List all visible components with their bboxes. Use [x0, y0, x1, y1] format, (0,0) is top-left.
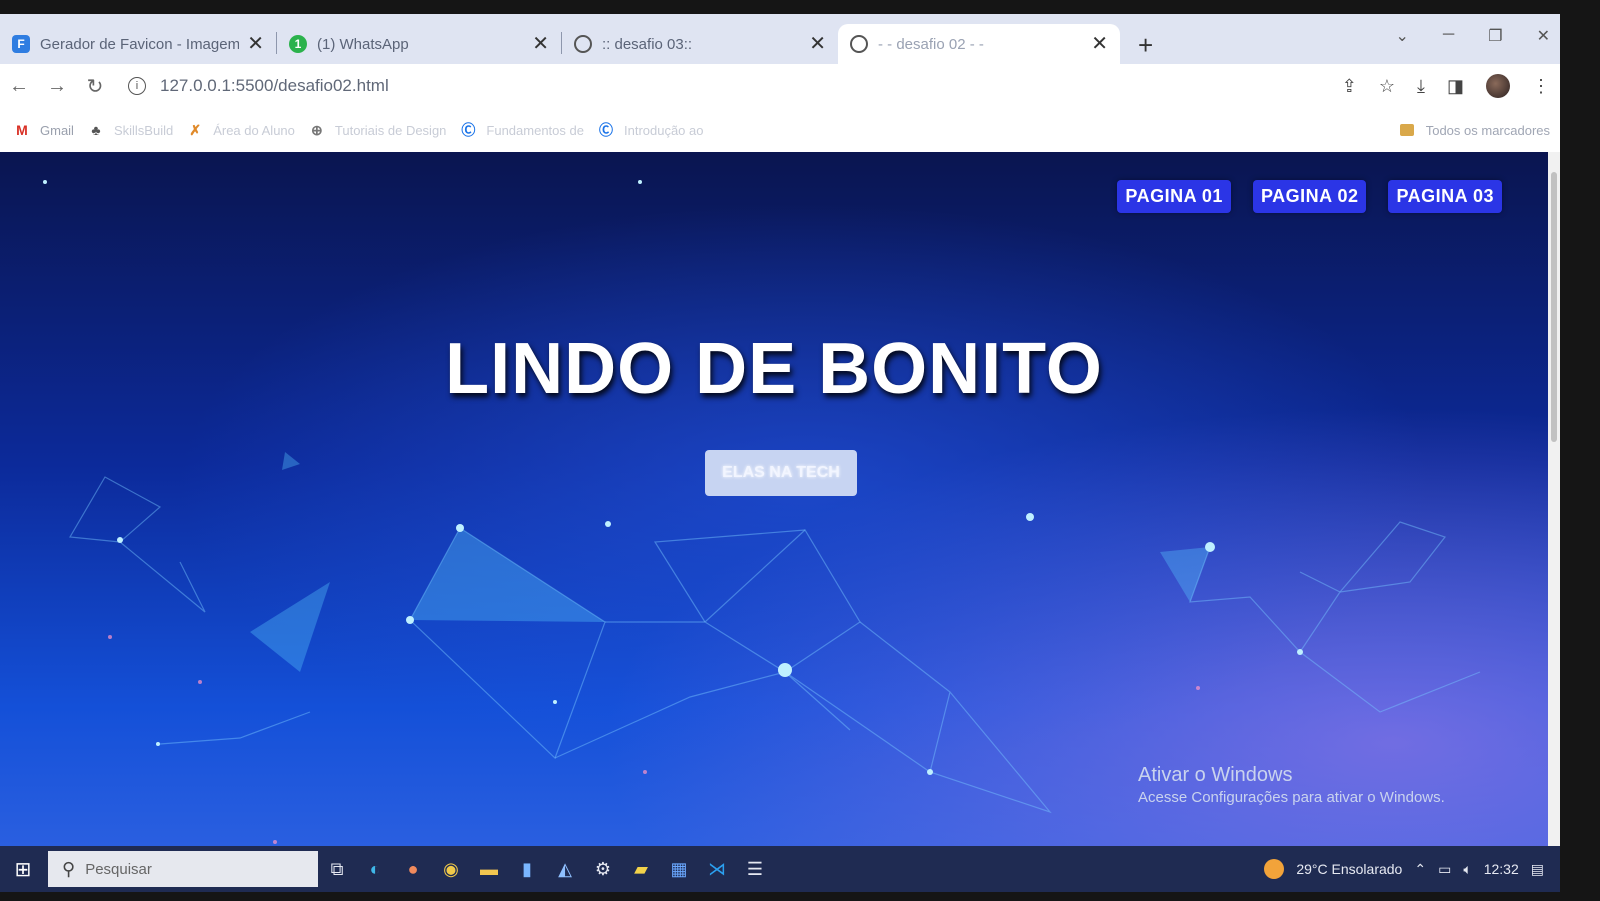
- bookmark-label: Gmail: [40, 122, 74, 138]
- bookmark-label: Introdução ao: [623, 122, 704, 138]
- course-icon: Ⓒ: [461, 122, 476, 138]
- site-info-icon[interactable]: i: [128, 77, 146, 95]
- volume-icon[interactable]: 🔈︎: [1463, 861, 1471, 878]
- clock-time[interactable]: 12:32: [1484, 861, 1519, 877]
- page-nav: PAGINA 01 PAGINA 02 PAGINA 03: [1117, 180, 1502, 213]
- taskbar-search[interactable]: ⚲ Pesquisar: [48, 851, 318, 887]
- close-window-button[interactable]: ✕: [1537, 26, 1550, 46]
- nav-pagina-02[interactable]: PAGINA 02: [1252, 180, 1367, 213]
- activation-title: Ativar o Windows: [1138, 764, 1293, 786]
- course-icon: Ⓒ: [598, 122, 613, 138]
- hero-title: LINDO DE BONITO: [445, 329, 1103, 409]
- favicon-f-icon: F: [12, 35, 30, 53]
- forward-button[interactable]: →: [38, 75, 76, 98]
- tab-title: Gerador de Favicon - Imagem pa: [40, 35, 240, 53]
- window-app-icon[interactable]: ▦: [660, 859, 698, 880]
- tab-title: - - desafio 02 - -: [878, 35, 984, 53]
- edge-icon[interactable]: ◐: [356, 859, 394, 880]
- tab-title: (1) WhatsApp: [317, 35, 409, 53]
- close-tab-icon[interactable]: ✕: [1091, 34, 1108, 54]
- store-icon[interactable]: ▮: [508, 859, 546, 880]
- bookmark-design[interactable]: ⊕ Tutoriais de Design: [309, 121, 447, 138]
- window-controls: ⌄ ─ ❐ ✕: [1396, 26, 1551, 46]
- search-icon: ⚲: [62, 858, 76, 879]
- windows-taskbar: ⊞ ⚲ Pesquisar ⧉ ◐ ● ◉ ▬ ▮ ◭ ⚙ ▰ ▦ ⋊ ☰ 29…: [0, 846, 1560, 892]
- file-explorer-icon[interactable]: ▬: [470, 859, 508, 880]
- bookmark-skillsbuild[interactable]: ♣ SkillsBuild: [88, 122, 173, 138]
- tab-whatsapp[interactable]: 1 (1) WhatsApp ✕: [277, 24, 561, 64]
- tab-favicon-generator[interactable]: F Gerador de Favicon - Imagem pa ✕: [0, 24, 276, 64]
- search-placeholder: Pesquisar: [85, 860, 152, 878]
- all-bookmarks[interactable]: Todos os marcadores: [1399, 122, 1550, 138]
- whatsapp-icon: 1: [289, 35, 307, 53]
- vscode-icon[interactable]: ⋊: [698, 859, 736, 880]
- download-icon[interactable]: ⤓: [1417, 76, 1425, 97]
- nav-pagina-03[interactable]: PAGINA 03: [1388, 180, 1502, 213]
- reload-button[interactable]: ↻: [76, 74, 114, 99]
- tab-desafio-02[interactable]: - - desafio 02 - - ✕: [838, 24, 1120, 64]
- weather-text[interactable]: 29°C Ensolarado: [1296, 861, 1402, 877]
- activation-subtitle: Acesse Configurações para ativar o Windo…: [1138, 789, 1445, 806]
- address-bar[interactable]: i 127.0.0.1:5500/desafio02.html: [128, 76, 389, 96]
- nav-pagina-01[interactable]: PAGINA 01: [1117, 180, 1231, 213]
- firefox-icon[interactable]: ●: [394, 859, 432, 880]
- network-icon[interactable]: ▭: [1438, 861, 1451, 878]
- profile-avatar[interactable]: [1486, 74, 1510, 98]
- close-tab-icon[interactable]: ✕: [809, 34, 826, 54]
- bookmark-label: Área do Aluno: [213, 122, 295, 138]
- skillsbuild-icon: ♣: [91, 122, 101, 138]
- bookmark-fundamentos[interactable]: Ⓒ Fundamentos de: [460, 122, 584, 138]
- app-icon[interactable]: ◭: [546, 859, 584, 880]
- elas-na-tech-button[interactable]: ELAS NA TECH: [705, 450, 857, 496]
- page-viewport: PAGINA 01 PAGINA 02 PAGINA 03 LINDO DE B…: [0, 152, 1548, 846]
- globe-icon: [574, 35, 592, 53]
- settings-gear-icon[interactable]: ⚙: [584, 859, 622, 880]
- screen: F Gerador de Favicon - Imagem pa ✕ 1 (1)…: [0, 14, 1560, 892]
- windows-start-icon[interactable]: ⊞: [0, 857, 46, 882]
- bookmark-area-aluno[interactable]: ✗ Área do Aluno: [187, 122, 295, 138]
- bookmarks-bar: M Gmail ♣ SkillsBuild ✗ Área do Aluno ⊕ …: [0, 108, 1560, 153]
- bookmark-introducao[interactable]: Ⓒ Introdução ao: [598, 122, 704, 138]
- star-icon[interactable]: ☆: [1379, 76, 1395, 97]
- url-text: 127.0.0.1:5500/desafio02.html: [160, 76, 389, 95]
- back-button[interactable]: ←: [0, 75, 38, 98]
- tab-strip: F Gerador de Favicon - Imagem pa ✕ 1 (1)…: [0, 14, 1560, 64]
- network-background: [43, 180, 1481, 844]
- restore-button[interactable]: ❐: [1488, 26, 1502, 46]
- close-tab-icon[interactable]: ✕: [247, 34, 264, 54]
- bookmark-gmail[interactable]: M Gmail: [14, 122, 74, 138]
- menu-icon[interactable]: ⋮: [1532, 76, 1550, 97]
- task-view-icon[interactable]: ⧉: [318, 859, 356, 880]
- gmail-icon: M: [16, 122, 28, 138]
- windows-activation-watermark: Ativar o Windows Acesse Configurações pa…: [1138, 764, 1445, 806]
- student-icon: ✗: [189, 121, 202, 138]
- weather-sun-icon: [1264, 859, 1285, 879]
- share-icon[interactable]: ⇪: [1342, 76, 1357, 97]
- bookmark-label: SkillsBuild: [113, 122, 174, 138]
- system-tray: 29°C Ensolarado ⌃ ▭ 🔈︎ 12:32 ▤: [1264, 859, 1544, 879]
- chrome-icon[interactable]: ◉: [432, 859, 470, 880]
- tab-title: :: desafio 03::: [602, 35, 693, 53]
- browser-toolbar: ← → ↻ i 127.0.0.1:5500/desafio02.html ⇪ …: [0, 64, 1560, 108]
- all-bookmarks-label: Todos os marcadores: [1425, 122, 1550, 138]
- globe-icon: [850, 35, 868, 53]
- notification-icon[interactable]: ▤: [1531, 861, 1544, 878]
- chevron-down-icon[interactable]: ⌄: [1396, 26, 1409, 46]
- tab-desafio-03[interactable]: :: desafio 03:: ✕: [562, 24, 838, 64]
- close-tab-icon[interactable]: ✕: [532, 34, 549, 54]
- bookmark-label: Tutoriais de Design: [334, 122, 447, 138]
- chevron-up-icon[interactable]: ⌃: [1414, 861, 1426, 878]
- page-scrollbar[interactable]: [1548, 152, 1560, 846]
- scrollbar-thumb[interactable]: [1551, 172, 1557, 442]
- minimize-button[interactable]: ─: [1443, 26, 1454, 46]
- folder-icon: [1399, 124, 1414, 136]
- bookmark-label: Fundamentos de: [486, 122, 584, 138]
- design-icon: ⊕: [311, 121, 323, 138]
- new-tab-button[interactable]: +: [1138, 32, 1153, 58]
- notes-icon[interactable]: ▰: [622, 859, 660, 880]
- toolbar-actions: ⇪ ☆ ⤓ ◨ ⋮: [1342, 74, 1550, 98]
- list-app-icon[interactable]: ☰: [736, 859, 774, 880]
- side-panel-icon[interactable]: ◨: [1447, 76, 1464, 97]
